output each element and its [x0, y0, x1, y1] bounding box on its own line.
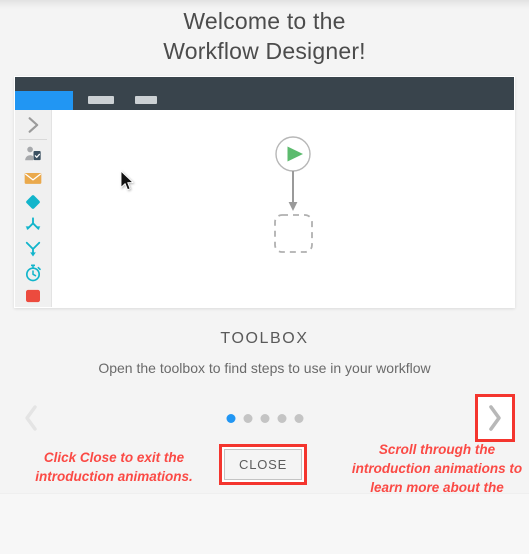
page-title-line-1: Welcome to the — [183, 8, 346, 34]
pager-dot-5[interactable] — [294, 413, 303, 423]
pager-dot-2[interactable] — [243, 413, 252, 423]
app-header-bar — [15, 77, 514, 110]
workflow-graph — [274, 136, 313, 253]
pager-dot-3[interactable] — [260, 413, 269, 423]
app-tab-placeholder-2[interactable] — [135, 96, 157, 104]
app-tab-placeholder-1[interactable] — [88, 96, 114, 104]
toolbox-divider — [19, 138, 47, 140]
workflow-start-node — [275, 136, 311, 172]
annotation-scroll-text: Scroll through the introduction animatio… — [351, 441, 523, 514]
toolbox-item-merge[interactable] — [18, 238, 48, 260]
toolbox-item-email[interactable] — [18, 167, 48, 189]
page-title: Welcome to the Workflow Designer! — [0, 0, 529, 66]
close-button-highlight: CLOSE — [219, 443, 308, 485]
pager-prev-button[interactable] — [14, 398, 48, 438]
chevron-left-icon — [25, 405, 37, 432]
page-title-line-2: Workflow Designer! — [163, 38, 366, 64]
annotation-close-text: Click Close to exit the introduction ani… — [35, 449, 193, 484]
toolbox-expand-button[interactable] — [18, 114, 48, 136]
workflow-connector — [288, 171, 298, 211]
toolbox-rail — [15, 110, 52, 308]
stop-icon — [26, 290, 40, 303]
tour-caption: TOOLBOX Open the toolbox to find steps t… — [0, 308, 529, 376]
pager-next-button[interactable] — [475, 394, 515, 443]
decision-diamond-icon — [26, 194, 40, 209]
email-icon — [24, 173, 42, 184]
app-body — [15, 110, 514, 308]
workflow-placeholder-node — [274, 214, 313, 253]
timer-icon — [25, 264, 41, 281]
tour-annotations: Click Close to exit the introduction ani… — [0, 442, 529, 554]
pager-dot-4[interactable] — [277, 413, 286, 423]
pager-dots — [226, 413, 303, 423]
toolbox-item-stop[interactable] — [18, 285, 48, 307]
toolbox-item-decision[interactable] — [18, 191, 48, 213]
expand-toolbox-icon — [28, 117, 39, 133]
branch-split-icon — [25, 217, 41, 231]
caption-title: TOOLBOX — [220, 330, 309, 348]
pager-dot-1[interactable] — [226, 413, 235, 423]
tour-pager — [0, 393, 529, 444]
mouse-cursor-icon — [120, 170, 134, 191]
toolbox-item-branch[interactable] — [18, 215, 48, 237]
app-preview-card — [14, 76, 515, 309]
merge-join-icon — [25, 241, 41, 257]
onboarding-tour-dialog: Welcome to the Workflow Designer! TOOLBO… — [0, 0, 529, 554]
toolbox-item-user-task[interactable] — [18, 144, 48, 166]
close-button[interactable]: CLOSE — [224, 448, 303, 480]
toolbox-item-timer[interactable] — [18, 262, 48, 284]
workflow-canvas[interactable] — [52, 110, 514, 308]
chevron-right-icon — [489, 405, 501, 432]
caption-subtitle: Open the toolbox to find steps to use in… — [98, 360, 431, 377]
app-tab-active[interactable] — [15, 91, 73, 110]
user-task-icon — [25, 147, 41, 161]
